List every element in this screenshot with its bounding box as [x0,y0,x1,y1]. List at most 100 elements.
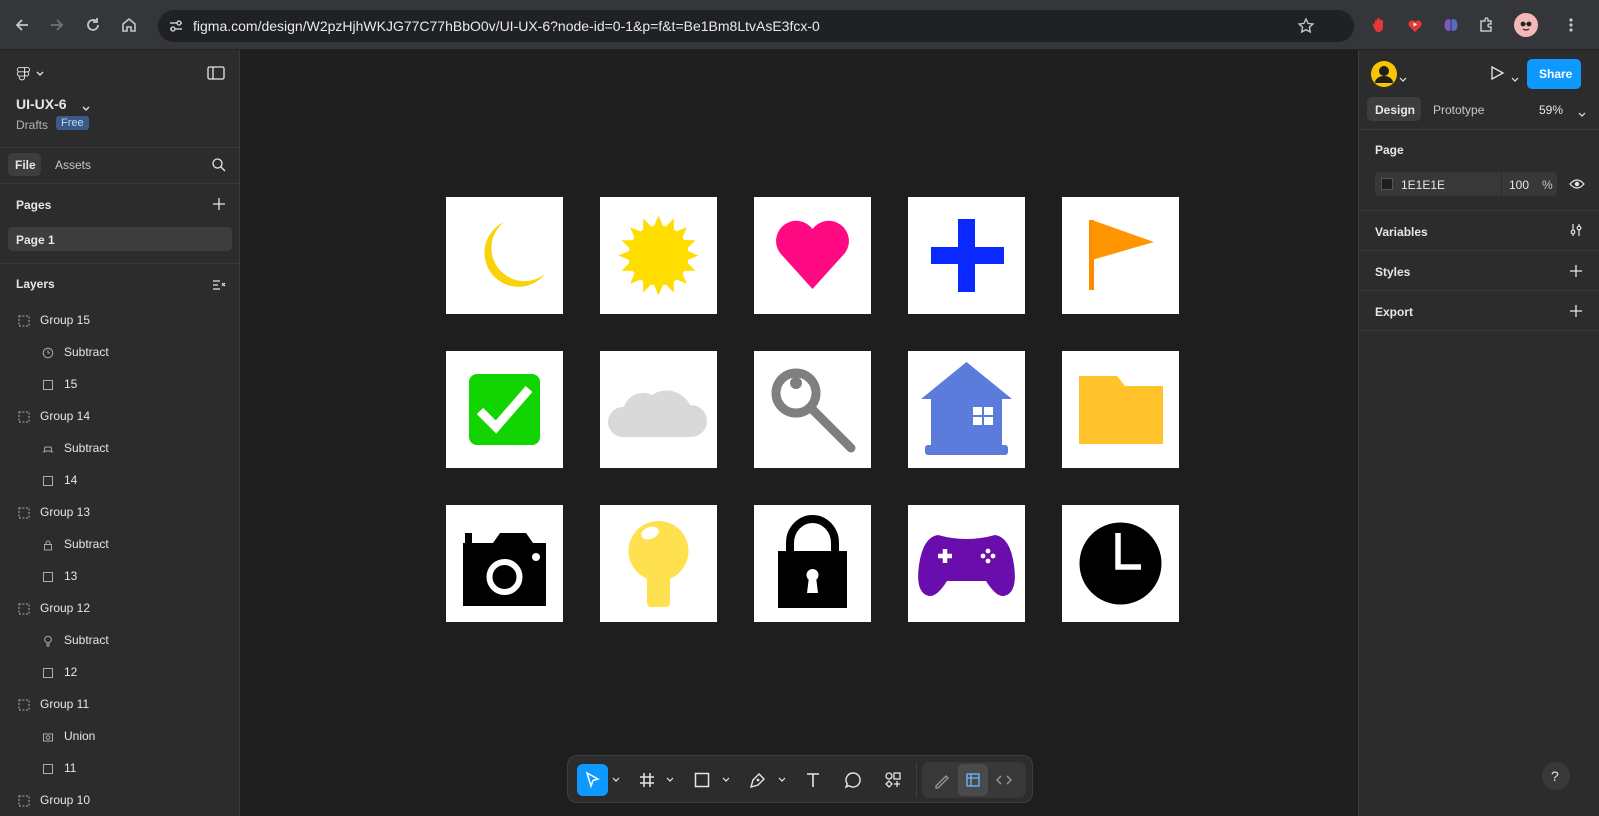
lock-icon [42,538,54,551]
tile-lightbulb[interactable] [600,505,717,622]
search-icon[interactable] [211,157,227,178]
tile-gamepad[interactable] [908,505,1025,622]
address-bar[interactable]: figma.com/design/W2pzHjhWKJG77C77hBbO0v/… [158,10,1354,42]
actions-icon [885,772,901,788]
page-item-page-1[interactable]: Page 1 [8,227,232,251]
tile-moon[interactable] [446,197,563,314]
page-color-field[interactable]: 1E1E1E 100 % [1375,172,1557,196]
layer-row[interactable]: 15 [0,368,240,400]
zoom-level[interactable]: 59% [1539,103,1563,117]
clock-icon [42,346,54,359]
layer-row[interactable]: Union [0,720,240,752]
forward-icon[interactable] [44,12,70,38]
layer-row[interactable]: Group 10 [0,784,240,816]
profile-avatar[interactable] [1514,13,1538,37]
tile-heart[interactable] [754,197,871,314]
frame-tool-chevron-icon[interactable] [664,764,676,796]
variables-adjust-icon[interactable] [1569,223,1583,242]
tile-sun[interactable] [600,197,717,314]
dev-mode-button[interactable] [989,764,1019,796]
styles-section[interactable]: Styles [1375,265,1410,279]
shape-tool-chevron-icon[interactable] [720,764,732,796]
frame-icon [42,474,54,486]
layer-row[interactable]: Subtract [0,528,240,560]
brain-extension-icon[interactable] [1440,14,1462,36]
panel-toggle-icon[interactable] [207,66,225,85]
zoom-chevron-icon[interactable] [1578,105,1586,123]
group-icon [18,602,30,615]
back-icon[interactable] [9,12,35,38]
layer-row[interactable]: Group 14 [0,400,240,432]
layer-row[interactable]: Subtract [0,624,240,656]
comment-tool-button[interactable] [837,764,869,796]
extensions-puzzle-icon[interactable] [1476,14,1498,36]
file-location[interactable]: Drafts [16,118,48,132]
text-tool-button[interactable] [797,764,829,796]
tile-plus[interactable] [908,197,1025,314]
tile-magnifier[interactable] [754,351,871,468]
export-section[interactable]: Export [1375,305,1413,319]
tab-design[interactable]: Design [1367,97,1421,121]
layer-row[interactable]: 11 [0,752,240,784]
visibility-eye-icon[interactable] [1569,177,1585,196]
collapse-layers-icon[interactable] [212,278,226,296]
browser-menu-icon[interactable] [1560,14,1582,36]
pen-icon [749,773,765,789]
add-export-icon[interactable] [1569,304,1583,323]
figma-main-menu-icon[interactable] [16,65,46,86]
tab-assets[interactable]: Assets [55,158,91,172]
layer-row[interactable]: Group 15 [0,304,240,336]
layer-row[interactable]: Subtract [0,336,240,368]
tab-file[interactable]: File [8,153,41,176]
pages-header: Pages [16,198,52,212]
tile-padlock[interactable] [754,505,871,622]
checkbox-icon [469,374,540,445]
frame-tool-button[interactable] [631,764,663,796]
design-mode-button[interactable] [958,764,988,796]
tile-flag[interactable] [1062,197,1179,314]
reload-icon[interactable] [80,12,106,38]
layer-row[interactable]: Group 11 [0,688,240,720]
pen-tool-button[interactable] [742,764,774,796]
move-tool-button[interactable] [577,764,608,796]
layer-row[interactable]: 12 [0,656,240,688]
moon-icon [484,222,545,287]
user-avatar[interactable] [1371,61,1397,87]
add-style-icon[interactable] [1569,264,1583,283]
layer-row[interactable]: 13 [0,560,240,592]
layer-row[interactable]: Subtract [0,432,240,464]
cursor-icon [585,771,600,789]
tile-clock[interactable] [1062,505,1179,622]
stop-extension-icon[interactable] [1369,14,1391,36]
tile-cloud[interactable] [600,351,717,468]
tile-house[interactable] [908,351,1025,468]
tile-camera[interactable] [446,505,563,622]
pen-tool-chevron-icon[interactable] [776,764,788,796]
plus-icon [931,219,1004,292]
help-button[interactable]: ? [1542,762,1570,790]
color-swatch[interactable] [1381,178,1393,190]
actions-tool-button[interactable] [877,764,909,796]
tile-folder[interactable] [1062,351,1179,468]
add-page-icon[interactable] [212,197,226,216]
layer-row[interactable]: 14 [0,464,240,496]
share-button[interactable]: Share [1527,59,1581,89]
youtube-extension-icon[interactable] [1404,14,1426,36]
design-canvas[interactable] [241,50,1358,816]
variables-section[interactable]: Variables [1375,225,1428,239]
bookmark-star-icon[interactable] [1297,17,1315,40]
file-name[interactable]: UI-UX-6 [16,96,67,112]
layer-row[interactable]: Group 13 [0,496,240,528]
site-settings-icon[interactable] [168,18,184,39]
layer-row[interactable]: Group 12 [0,592,240,624]
present-play-icon[interactable] [1489,65,1505,86]
tile-checkbox[interactable] [446,351,563,468]
home-icon[interactable] [116,12,142,38]
avatar-chevron-icon[interactable] [1399,70,1407,88]
draw-mode-button[interactable] [927,764,957,796]
opacity-value[interactable]: 100 [1509,178,1529,192]
tab-prototype[interactable]: Prototype [1433,103,1484,117]
present-chevron-icon[interactable] [1511,70,1519,88]
move-tool-chevron-icon[interactable] [610,764,622,796]
shape-tool-button[interactable] [686,764,718,796]
